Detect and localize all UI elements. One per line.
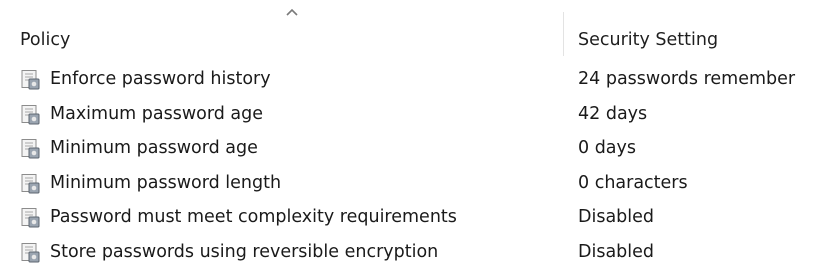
policy-row[interactable]: Store passwords using reversible encrypt… xyxy=(0,235,828,270)
policy-row[interactable]: Maximum password age 42 days xyxy=(0,97,828,132)
column-header-security-setting[interactable]: Security Setting xyxy=(566,22,828,58)
column-divider[interactable] xyxy=(563,12,564,56)
policy-setting-icon xyxy=(21,70,40,90)
security-setting-value: 0 days xyxy=(578,138,637,158)
policy-setting-icon xyxy=(21,139,40,159)
policy-row[interactable]: Minimum password age 0 days xyxy=(0,131,828,166)
policy-setting-icon xyxy=(21,242,40,262)
policy-setting-icon xyxy=(21,173,40,193)
policy-list-view: Policy Security Setting Enforce password… xyxy=(0,0,828,276)
sort-ascending-icon xyxy=(286,8,298,16)
policy-row[interactable]: Enforce password history 24 passwords re… xyxy=(0,62,828,97)
policy-name: Password must meet complexity requiremen… xyxy=(50,207,457,227)
security-setting-value: Disabled xyxy=(578,241,655,262)
policy-name: Minimum password age xyxy=(50,138,258,158)
security-setting-value: Disabled xyxy=(578,207,655,227)
security-setting-value: 42 days xyxy=(578,103,648,124)
policy-name: Enforce password history xyxy=(50,69,271,89)
policy-name: Store passwords using reversible encrypt… xyxy=(50,241,439,262)
policy-setting-icon xyxy=(21,208,40,228)
policy-setting-icon xyxy=(21,104,40,124)
security-setting-value: 24 passwords remember xyxy=(578,69,796,89)
list-header: Policy Security Setting xyxy=(0,22,828,58)
policy-name: Maximum password age xyxy=(50,103,264,124)
policy-rows: Enforce password history 24 passwords re… xyxy=(0,62,828,269)
column-header-policy[interactable]: Policy xyxy=(0,22,560,58)
security-setting-value: 0 characters xyxy=(578,172,688,193)
policy-name: Minimum password length xyxy=(50,172,282,193)
policy-row[interactable]: Password must meet complexity requiremen… xyxy=(0,200,828,235)
policy-row[interactable]: Minimum password length 0 characters xyxy=(0,166,828,201)
